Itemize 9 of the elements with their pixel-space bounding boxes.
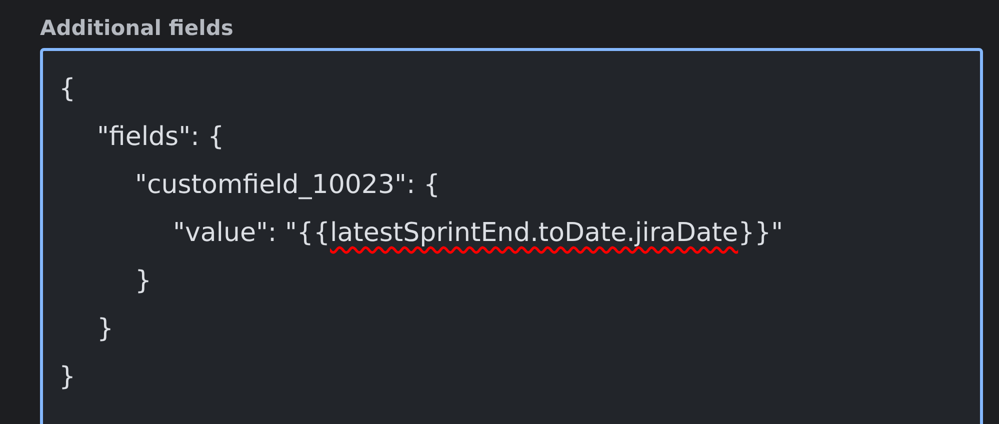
code-line: "fields": { [96,121,224,154]
code-text-area[interactable]: { "fields": { "customfield_10023": { "value": "{{latestSprintEnd.toDate.jiraDate}}" } } } [40,48,983,424]
code-line: { [59,73,76,106]
code-line: "value": "{{latestSprintEnd.toDate.jiraDate}}" [172,217,784,250]
code-line: } [134,265,152,298]
code-line: } [59,361,76,394]
field-label: Additional fields [40,16,234,40]
code-line: } [96,313,114,346]
code-line: "customfield_10023": { [134,169,440,202]
